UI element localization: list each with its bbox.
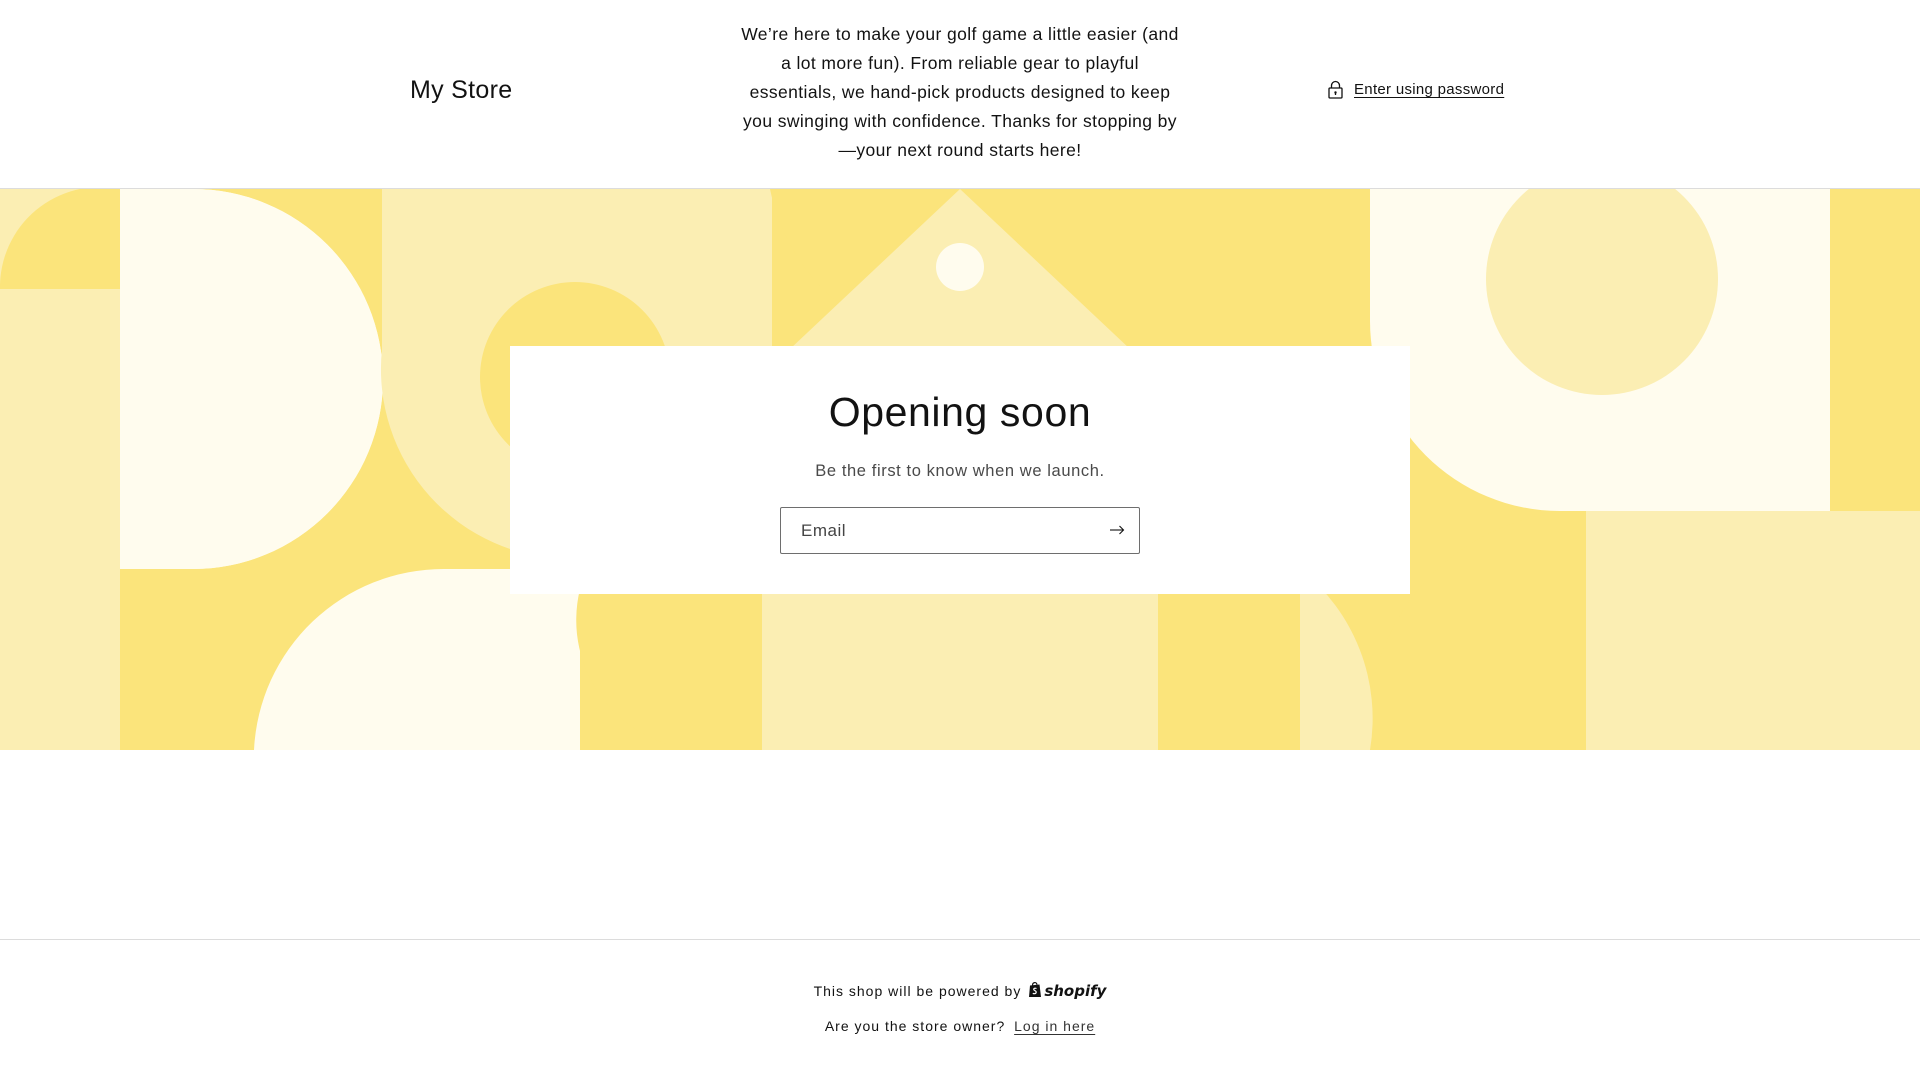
enter-password-label[interactable]: Enter using password	[1354, 81, 1504, 98]
email-form	[780, 507, 1140, 554]
page-subtitle: Be the first to know when we launch.	[815, 462, 1105, 480]
subscribe-button[interactable]	[1095, 508, 1139, 553]
store-owner-row: Are you the store owner? Log in here	[0, 1018, 1920, 1034]
header-message: We’re here to make your golf game a litt…	[741, 24, 1179, 160]
lock-icon	[1327, 80, 1344, 99]
shopify-logo[interactable]: shopify	[1028, 981, 1106, 1001]
powered-by-row: This shop will be powered by shopify	[0, 981, 1920, 1001]
shopify-wordmark: shopify	[1044, 982, 1107, 1000]
login-link[interactable]: Log in here	[1014, 1018, 1095, 1034]
email-field[interactable]	[781, 508, 1101, 553]
enter-password-link[interactable]: Enter using password	[1327, 80, 1504, 99]
footer: This shop will be powered by shopify Are…	[0, 939, 1920, 1080]
opening-soon-card: Opening soon Be the first to know when w…	[510, 346, 1410, 594]
page-title: Opening soon	[828, 389, 1092, 435]
shopify-bag-icon	[1028, 981, 1042, 1001]
arrow-right-icon	[1109, 523, 1125, 538]
store-owner-text: Are you the store owner?	[824, 1018, 1006, 1034]
header: My Store We’re here to make your golf ga…	[0, 0, 1920, 189]
powered-by-text: This shop will be powered by	[813, 983, 1022, 999]
store-name[interactable]: My Store	[410, 76, 512, 105]
